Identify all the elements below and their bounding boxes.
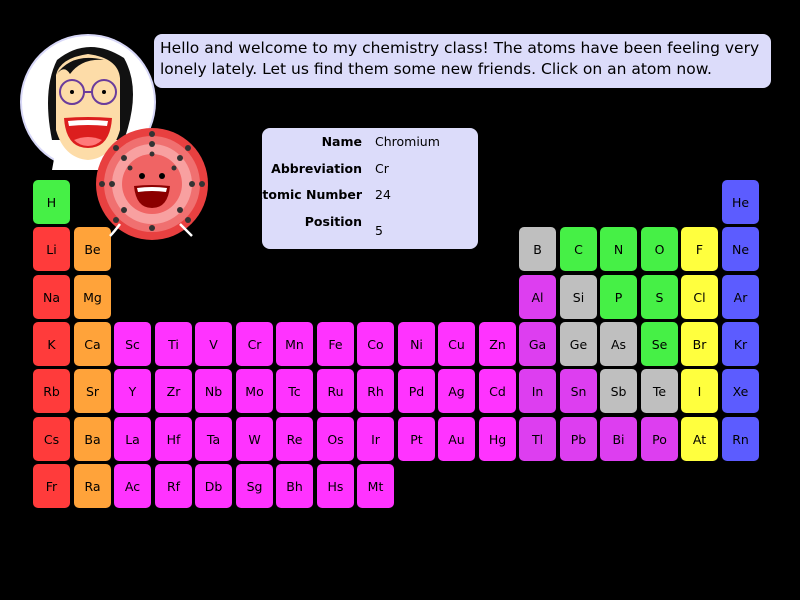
element-w[interactable]: W xyxy=(236,417,273,461)
element-rh[interactable]: Rh xyxy=(357,369,394,413)
element-kr[interactable]: Kr xyxy=(722,322,759,366)
element-ga[interactable]: Ga xyxy=(519,322,556,366)
element-c[interactable]: C xyxy=(560,227,597,271)
element-rb[interactable]: Rb xyxy=(33,369,70,413)
atomic-number-label: Atomic Number xyxy=(252,187,362,202)
element-i[interactable]: I xyxy=(681,369,718,413)
element-bh[interactable]: Bh xyxy=(276,464,313,508)
element-mn[interactable]: Mn xyxy=(276,322,313,366)
abbreviation-label: Abbreviation xyxy=(271,161,362,176)
element-zr[interactable]: Zr xyxy=(155,369,192,413)
element-sn[interactable]: Sn xyxy=(560,369,597,413)
element-ti[interactable]: Ti xyxy=(155,322,192,366)
element-ni[interactable]: Ni xyxy=(398,322,435,366)
element-in[interactable]: In xyxy=(519,369,556,413)
element-fr[interactable]: Fr xyxy=(33,464,70,508)
element-ar[interactable]: Ar xyxy=(722,275,759,319)
element-k[interactable]: K xyxy=(33,322,70,366)
element-zn[interactable]: Zn xyxy=(479,322,516,366)
element-pb[interactable]: Pb xyxy=(560,417,597,461)
element-rn[interactable]: Rn xyxy=(722,417,759,461)
element-mo[interactable]: Mo xyxy=(236,369,273,413)
element-hf[interactable]: Hf xyxy=(155,417,192,461)
element-te[interactable]: Te xyxy=(641,369,678,413)
element-hs[interactable]: Hs xyxy=(317,464,354,508)
element-s[interactable]: S xyxy=(641,275,678,319)
element-mt[interactable]: Mt xyxy=(357,464,394,508)
atom-character xyxy=(92,128,214,246)
element-cl[interactable]: Cl xyxy=(681,275,718,319)
name-label: Name xyxy=(321,134,362,149)
element-sr[interactable]: Sr xyxy=(74,369,111,413)
element-pt[interactable]: Pt xyxy=(398,417,435,461)
element-info-panel: Name Chromium Abbreviation Cr Atomic Num… xyxy=(253,128,478,249)
element-ne[interactable]: Ne xyxy=(722,227,759,271)
element-h[interactable]: H xyxy=(33,180,70,224)
element-f[interactable]: F xyxy=(681,227,718,271)
element-ac[interactable]: Ac xyxy=(114,464,151,508)
speech-text-line1: Hello and welcome to my chemistry class!… xyxy=(160,39,760,57)
element-sg[interactable]: Sg xyxy=(236,464,273,508)
element-ag[interactable]: Ag xyxy=(438,369,475,413)
element-fe[interactable]: Fe xyxy=(317,322,354,366)
element-rf[interactable]: Rf xyxy=(155,464,192,508)
element-na[interactable]: Na xyxy=(33,275,70,319)
element-y[interactable]: Y xyxy=(114,369,151,413)
element-ba[interactable]: Ba xyxy=(74,417,111,461)
element-cr[interactable]: Cr xyxy=(236,322,273,366)
element-tc[interactable]: Tc xyxy=(276,369,313,413)
speech-text-line2: lonely lately. Let us find them some new… xyxy=(160,60,712,78)
element-ru[interactable]: Ru xyxy=(317,369,354,413)
element-cs[interactable]: Cs xyxy=(33,417,70,461)
element-bi[interactable]: Bi xyxy=(600,417,637,461)
name-value: Chromium xyxy=(375,134,440,149)
element-au[interactable]: Au xyxy=(438,417,475,461)
element-ta[interactable]: Ta xyxy=(195,417,232,461)
element-li[interactable]: Li xyxy=(33,227,70,271)
element-cu[interactable]: Cu xyxy=(438,322,475,366)
element-sc[interactable]: Sc xyxy=(114,322,151,366)
element-p[interactable]: P xyxy=(600,275,637,319)
atomic-number-value: 24 xyxy=(375,187,391,202)
element-ge[interactable]: Ge xyxy=(560,322,597,366)
element-xe[interactable]: Xe xyxy=(722,369,759,413)
element-al[interactable]: Al xyxy=(519,275,556,319)
element-ca[interactable]: Ca xyxy=(74,322,111,366)
element-cd[interactable]: Cd xyxy=(479,369,516,413)
element-po[interactable]: Po xyxy=(641,417,678,461)
element-se[interactable]: Se xyxy=(641,322,678,366)
element-as[interactable]: As xyxy=(600,322,637,366)
element-nb[interactable]: Nb xyxy=(195,369,232,413)
element-hg[interactable]: Hg xyxy=(479,417,516,461)
element-n[interactable]: N xyxy=(600,227,637,271)
speech-bubble: Hello and welcome to my chemistry class!… xyxy=(154,34,771,88)
element-b[interactable]: B xyxy=(519,227,556,271)
element-tl[interactable]: Tl xyxy=(519,417,556,461)
position-label: Position xyxy=(304,214,362,229)
element-at[interactable]: At xyxy=(681,417,718,461)
abbreviation-value: Cr xyxy=(375,161,389,176)
element-mg[interactable]: Mg xyxy=(74,275,111,319)
element-si[interactable]: Si xyxy=(560,275,597,319)
element-db[interactable]: Db xyxy=(195,464,232,508)
element-os[interactable]: Os xyxy=(317,417,354,461)
element-sb[interactable]: Sb xyxy=(600,369,637,413)
element-v[interactable]: V xyxy=(195,322,232,366)
element-co[interactable]: Co xyxy=(357,322,394,366)
element-ra[interactable]: Ra xyxy=(74,464,111,508)
element-o[interactable]: O xyxy=(641,227,678,271)
element-he[interactable]: He xyxy=(722,180,759,224)
element-br[interactable]: Br xyxy=(681,322,718,366)
element-pd[interactable]: Pd xyxy=(398,369,435,413)
element-ir[interactable]: Ir xyxy=(357,417,394,461)
position-value: 5 xyxy=(375,223,383,238)
element-re[interactable]: Re xyxy=(276,417,313,461)
element-la[interactable]: La xyxy=(114,417,151,461)
